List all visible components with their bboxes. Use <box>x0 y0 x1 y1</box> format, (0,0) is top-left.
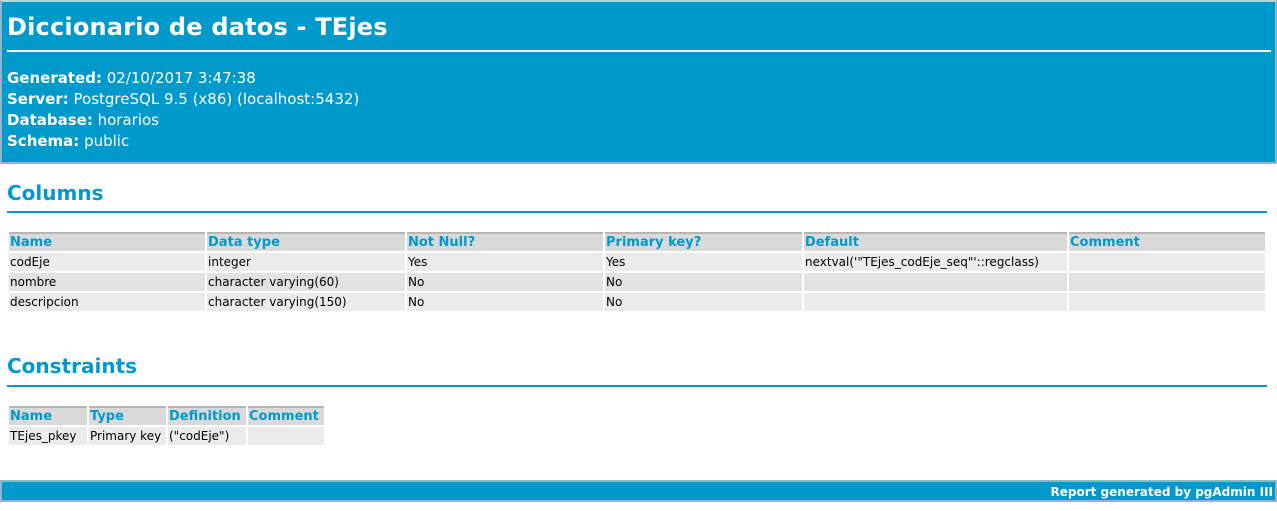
report-metadata: Generated: 02/10/2017 3:47:38 Server: Po… <box>7 68 359 152</box>
database-line: Database: horarios <box>7 110 359 131</box>
cell-primary-key: Yes <box>605 253 802 271</box>
cell-default <box>804 293 1067 311</box>
cell-primary-key: No <box>605 293 802 311</box>
columns-section-title: Columns <box>7 181 104 205</box>
cell-comment <box>1069 293 1265 311</box>
cell-comment <box>1069 273 1265 291</box>
cell-not-null: No <box>407 293 603 311</box>
constraints-table: Name Type Definition Comment TEjes_pkey … <box>7 404 326 447</box>
cell-name: nombre <box>9 273 205 291</box>
server-value: PostgreSQL 9.5 (x86) (localhost:5432) <box>73 90 360 108</box>
cell-comment <box>1069 253 1265 271</box>
cell-constraint-definition: ("codEje") <box>168 427 246 445</box>
schema-value: public <box>84 132 130 150</box>
table-row: TEjes_pkey Primary key ("codEje") <box>9 427 324 445</box>
cell-not-null: Yes <box>407 253 603 271</box>
column-header-data-type: Data type <box>207 232 405 251</box>
constraint-header-type: Type <box>89 406 166 425</box>
report-header: Diccionario de datos - TEjes Generated: … <box>0 0 1277 164</box>
table-row: codEje integer Yes Yes nextval('"TEjes_c… <box>9 253 1265 271</box>
constraints-section-divider <box>7 385 1267 387</box>
cell-data-type: character varying(60) <box>207 273 405 291</box>
constraint-header-definition: Definition <box>168 406 246 425</box>
generated-label: Generated: <box>7 69 102 87</box>
server-line: Server: PostgreSQL 9.5 (x86) (localhost:… <box>7 89 359 110</box>
cell-data-type: integer <box>207 253 405 271</box>
cell-constraint-type: Primary key <box>89 427 166 445</box>
column-header-not-null: Not Null? <box>407 232 603 251</box>
columns-table: Name Data type Not Null? Primary key? De… <box>7 230 1267 313</box>
cell-primary-key: No <box>605 273 802 291</box>
schema-label: Schema: <box>7 132 80 150</box>
footer-text: Report generated by pgAdmin III <box>1050 485 1274 499</box>
cell-constraint-comment <box>248 427 324 445</box>
column-header-default: Default <box>804 232 1067 251</box>
generated-line: Generated: 02/10/2017 3:47:38 <box>7 68 359 89</box>
cell-not-null: No <box>407 273 603 291</box>
table-row: descripcion character varying(150) No No <box>9 293 1265 311</box>
constraints-section-title: Constraints <box>7 354 138 378</box>
constraint-header-name: Name <box>9 406 87 425</box>
cell-name: descripcion <box>9 293 205 311</box>
constraint-header-comment: Comment <box>248 406 324 425</box>
cell-constraint-name: TEjes_pkey <box>9 427 87 445</box>
report-footer: Report generated by pgAdmin III <box>0 480 1277 502</box>
column-header-name: Name <box>9 232 205 251</box>
generated-value: 02/10/2017 3:47:38 <box>106 69 256 87</box>
cell-name: codEje <box>9 253 205 271</box>
database-value: horarios <box>97 111 159 129</box>
database-label: Database: <box>7 111 93 129</box>
columns-section-divider <box>7 211 1267 213</box>
column-header-comment: Comment <box>1069 232 1265 251</box>
server-label: Server: <box>7 90 69 108</box>
constraints-header-row: Name Type Definition Comment <box>9 406 324 425</box>
table-row: nombre character varying(60) No No <box>9 273 1265 291</box>
column-header-primary-key: Primary key? <box>605 232 802 251</box>
cell-data-type: character varying(150) <box>207 293 405 311</box>
page-title: Diccionario de datos - TEjes <box>7 13 388 41</box>
cell-default <box>804 273 1067 291</box>
header-divider <box>7 50 1271 52</box>
cell-default: nextval('"TEjes_codEje_seq"'::regclass) <box>804 253 1067 271</box>
columns-header-row: Name Data type Not Null? Primary key? De… <box>9 232 1265 251</box>
schema-line: Schema: public <box>7 131 359 152</box>
